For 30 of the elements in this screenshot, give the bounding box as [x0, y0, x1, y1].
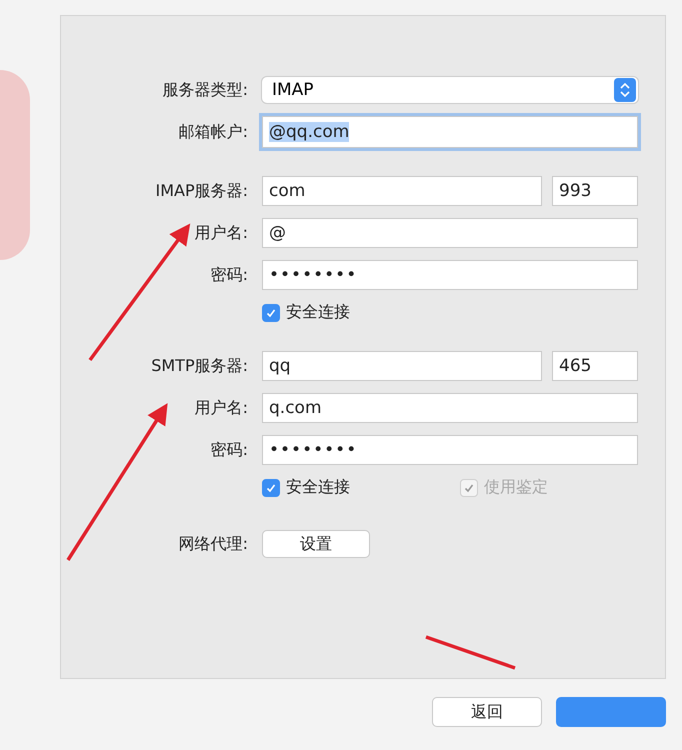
- checkmark-icon: [265, 306, 277, 318]
- field-label: 服务器类型:: [162, 80, 248, 100]
- password-field[interactable]: ••••••••: [262, 260, 638, 290]
- port-field[interactable]: 993: [552, 176, 638, 206]
- field-label: SMTP服务器:: [150, 356, 248, 376]
- username-field[interactable]: q.com: [262, 393, 638, 423]
- checkmark-icon: [463, 482, 475, 494]
- port-field[interactable]: 465: [552, 351, 638, 381]
- checkbox[interactable]: [262, 478, 280, 496]
- server-type-dropdown[interactable]: IMAP: [262, 77, 638, 103]
- account-field[interactable]: @qq.com: [262, 116, 638, 148]
- settings-button[interactable]: 设置: [262, 530, 370, 558]
- checkbox-label: 安全连接: [286, 477, 350, 498]
- server-field[interactable]: com: [262, 176, 542, 206]
- server-field[interactable]: qq: [262, 351, 542, 381]
- password-field[interactable]: ••••••••: [262, 435, 638, 465]
- back-button[interactable]: 返回: [432, 697, 542, 727]
- field-label: 密码:: [210, 440, 248, 460]
- checkmark-icon: [265, 482, 277, 494]
- field-label: 密码:: [210, 264, 248, 286]
- field-label: IMAP服务器:: [154, 180, 248, 202]
- dropdown-arrows-icon: [614, 78, 636, 102]
- checkbox-label: 使用鉴定: [484, 477, 548, 498]
- field-label: 邮箱帐户:: [178, 122, 248, 142]
- username-field[interactable]: @: [262, 218, 638, 248]
- field-label: 用户名:: [194, 222, 248, 244]
- checkbox[interactable]: [262, 304, 280, 322]
- checkbox-label: 安全连接: [286, 302, 350, 323]
- field-label: 用户名:: [194, 398, 248, 418]
- field-label: 网络代理:: [178, 534, 248, 554]
